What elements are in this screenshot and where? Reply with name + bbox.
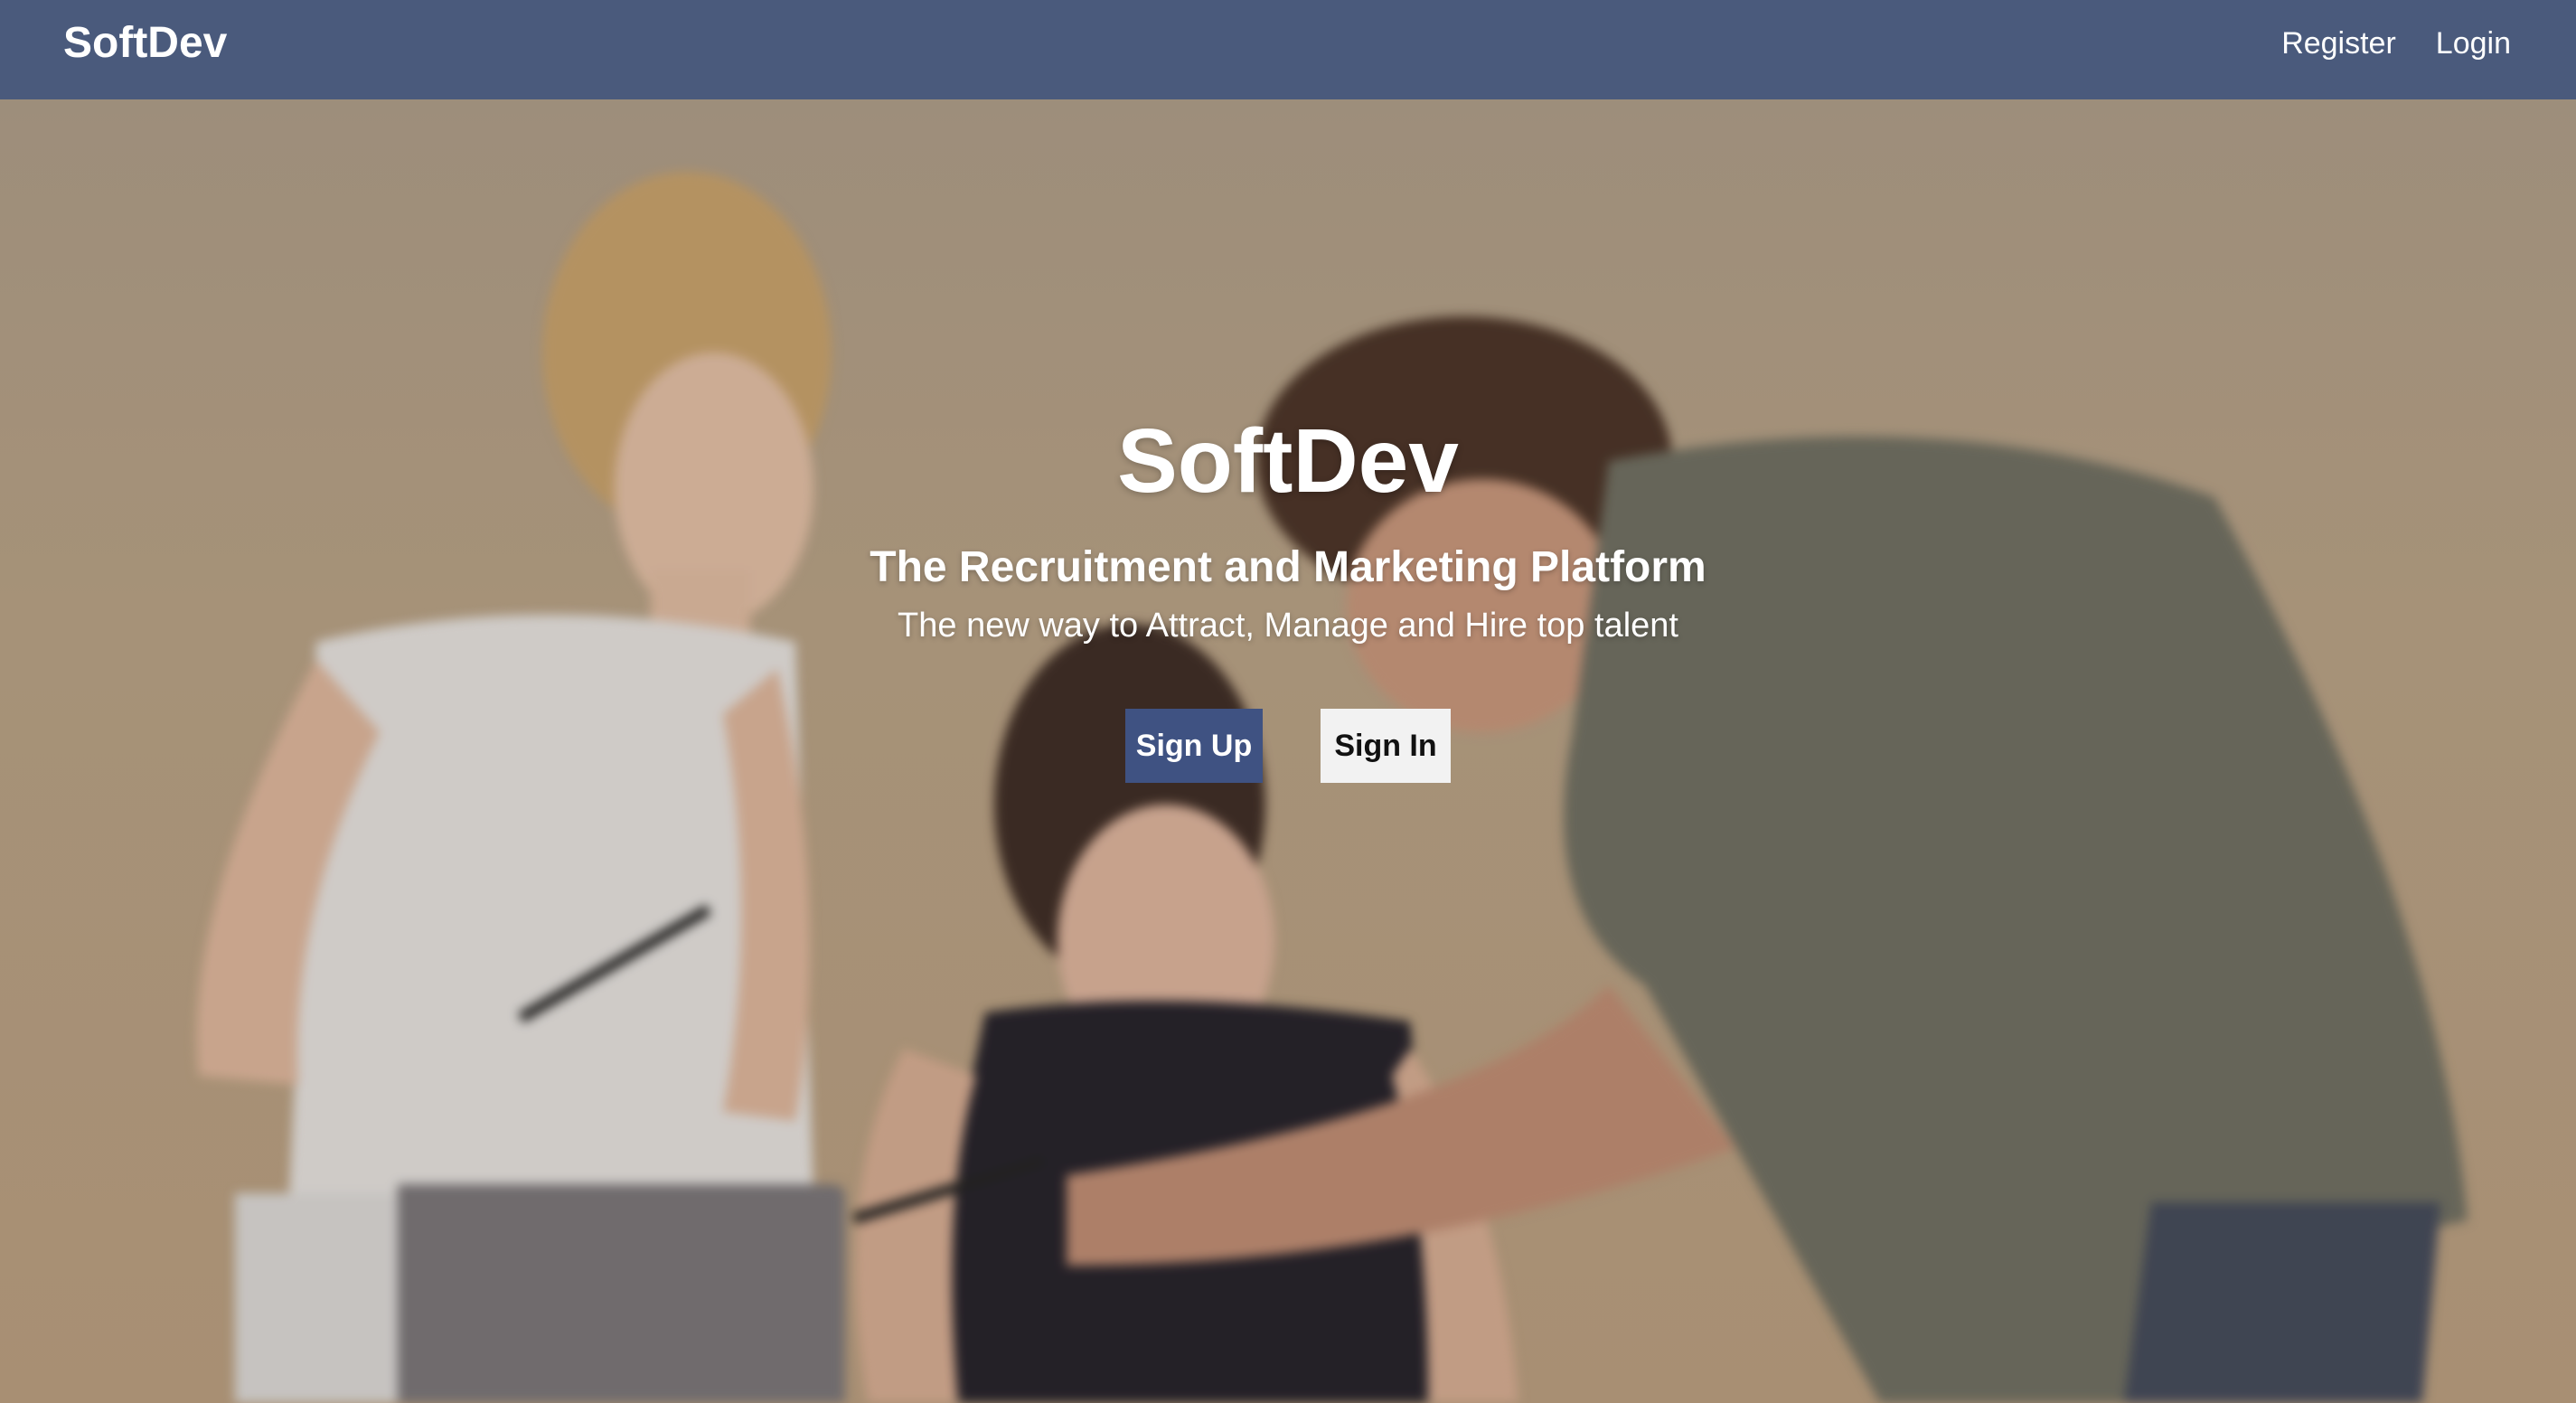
hero-title: SoftDev — [1117, 410, 1459, 512]
hero-buttons: Sign Up Sign In — [0, 709, 2576, 783]
hero-content: SoftDev The Recruitment and Marketing Pl… — [0, 407, 2576, 783]
landing-page: SoftDev Register Login SoftDev The Recru… — [0, 0, 2576, 1403]
login-link[interactable]: Login — [2436, 25, 2511, 61]
sign-in-button[interactable]: Sign In — [1321, 709, 1451, 783]
register-link[interactable]: Register — [2281, 25, 2396, 61]
brand-logo-link[interactable]: SoftDev — [63, 18, 227, 69]
top-navbar: SoftDev Register Login — [0, 0, 2576, 99]
nav-links: Register Login — [2281, 25, 2511, 61]
sign-up-button[interactable]: Sign Up — [1125, 709, 1263, 783]
hero-subtitle: The Recruitment and Marketing Platform — [870, 543, 1706, 591]
hero-tagline: The new way to Attract, Manage and Hire … — [898, 607, 1678, 645]
